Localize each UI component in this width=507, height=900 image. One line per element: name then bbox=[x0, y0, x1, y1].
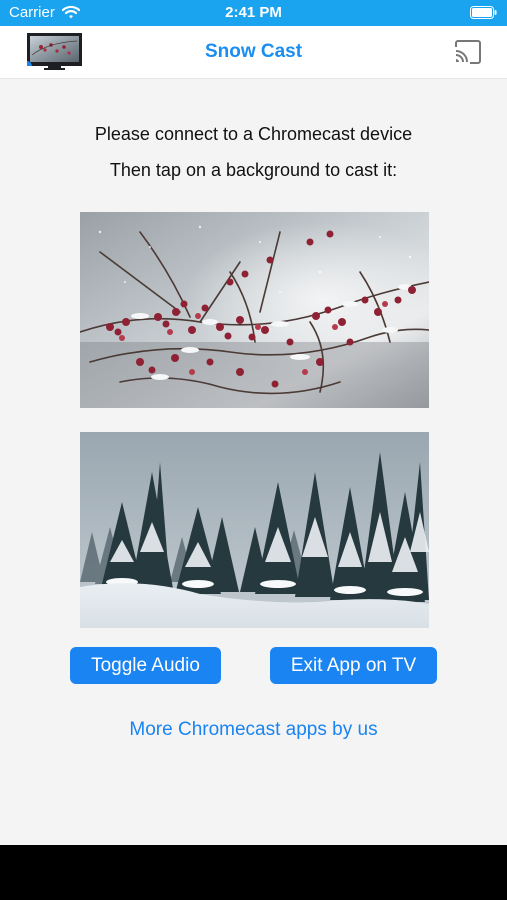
more-chromecast-apps-link[interactable]: More Chromecast apps by us bbox=[0, 718, 507, 742]
status-bar: Carrier 2:41 PM bbox=[0, 0, 507, 26]
cast-icon[interactable] bbox=[453, 39, 483, 65]
battery-icon bbox=[470, 6, 497, 19]
instruction-text: Please connect to a Chromecast device bbox=[94, 124, 413, 144]
exit-app-on-tv-button[interactable]: Exit App on TV bbox=[270, 647, 437, 684]
snowy-berries-background[interactable] bbox=[80, 212, 429, 408]
page-title: Snow Cast bbox=[204, 41, 303, 62]
toggle-audio-button[interactable]: Toggle Audio bbox=[70, 647, 221, 684]
snowy-forest-background[interactable] bbox=[80, 432, 429, 628]
status-time: 2:41 PM bbox=[225, 4, 282, 21]
bottom-bar bbox=[0, 845, 507, 900]
instruction-subtext: Then tap on a background to cast it: bbox=[109, 160, 398, 180]
nav-bar: Snow Cast bbox=[0, 26, 507, 79]
